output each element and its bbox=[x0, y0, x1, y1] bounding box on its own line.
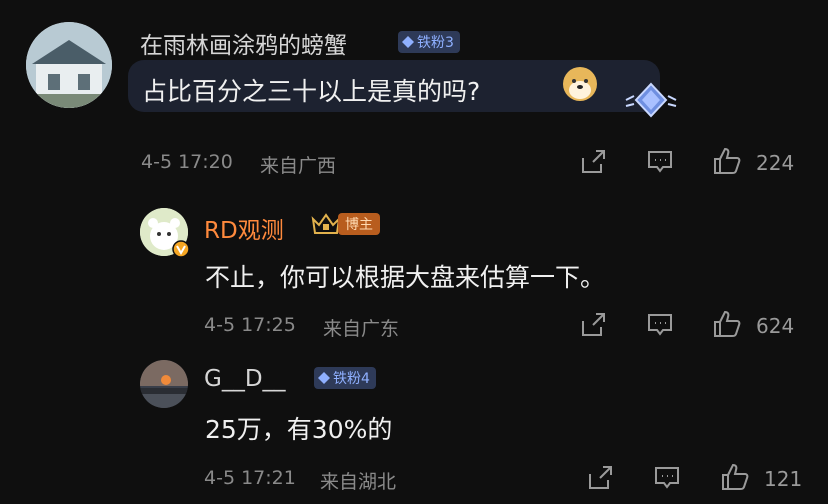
like-count: 624 bbox=[756, 314, 795, 338]
share-button[interactable] bbox=[586, 464, 614, 492]
username[interactable]: 在雨林画涂鸦的螃蟹 bbox=[140, 26, 347, 60]
fan-badge: 铁粉4 bbox=[314, 367, 376, 389]
comment-time: 4-5 17:25 bbox=[204, 314, 296, 336]
comment-text: 占比百分之三十以上是真的吗? bbox=[142, 77, 481, 106]
username[interactable]: RD观测 bbox=[204, 211, 284, 245]
fan-badge: 铁粉3 bbox=[398, 31, 460, 53]
avatar-sunset-icon bbox=[140, 360, 188, 408]
comment-location: 来自广东 bbox=[323, 318, 400, 340]
reply-button[interactable] bbox=[646, 311, 674, 339]
reply-button[interactable] bbox=[653, 464, 681, 492]
comment-text: 25万，有30%的 bbox=[205, 415, 393, 444]
comment-location: 来自湖北 bbox=[320, 471, 397, 493]
comment-location: 来自广西 bbox=[260, 155, 337, 177]
comment-icon bbox=[648, 151, 672, 173]
share-icon bbox=[589, 466, 612, 489]
share-icon bbox=[582, 313, 605, 336]
diamond-icon bbox=[402, 36, 414, 48]
like-count: 224 bbox=[756, 151, 795, 175]
like-button[interactable] bbox=[712, 146, 742, 176]
like-count: 121 bbox=[764, 467, 803, 491]
like-icon bbox=[722, 463, 749, 490]
avatar-user-1[interactable] bbox=[26, 22, 112, 108]
comment-time: 4-5 17:21 bbox=[204, 467, 296, 489]
like-button[interactable] bbox=[720, 462, 750, 492]
diamond-icon bbox=[318, 372, 330, 384]
fan-badge-label: 铁粉3 bbox=[417, 35, 454, 51]
avatar-building-icon bbox=[26, 22, 112, 108]
share-button[interactable] bbox=[579, 148, 607, 176]
comment-icon bbox=[655, 467, 679, 489]
comment-text: 不止，你可以根据大盘来估算一下。 bbox=[205, 263, 606, 292]
like-icon bbox=[714, 147, 741, 174]
share-icon bbox=[582, 150, 605, 173]
comment-time: 4-5 17:20 bbox=[141, 151, 233, 173]
diamond-bubble-icon bbox=[625, 82, 677, 118]
comment-icon bbox=[648, 314, 672, 336]
avatar-user-3[interactable] bbox=[140, 360, 188, 408]
host-badge: 博主 bbox=[338, 213, 380, 235]
like-button[interactable] bbox=[712, 309, 742, 339]
fan-badge-label: 铁粉4 bbox=[333, 371, 370, 387]
verified-v-icon bbox=[172, 240, 190, 258]
doge-emoji-icon bbox=[563, 67, 597, 101]
like-icon bbox=[714, 310, 741, 337]
username[interactable]: G__D__ bbox=[204, 366, 286, 392]
reply-button[interactable] bbox=[646, 148, 674, 176]
share-button[interactable] bbox=[579, 311, 607, 339]
